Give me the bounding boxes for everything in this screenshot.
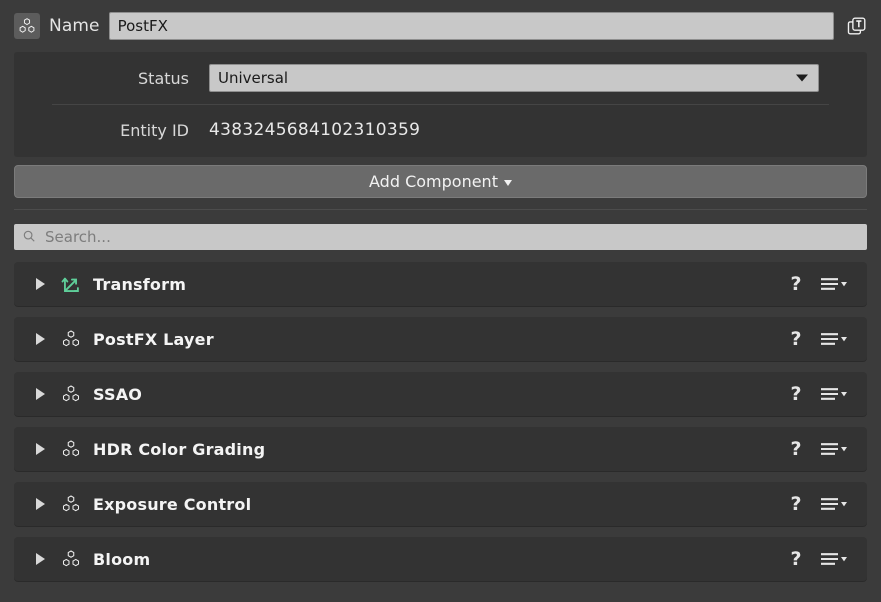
transform-axes-icon xyxy=(60,273,82,295)
cubes-icon xyxy=(60,493,82,515)
status-row: Status Universal xyxy=(14,52,867,104)
cubes-icon xyxy=(60,383,82,405)
component-context-menu-button[interactable] xyxy=(819,438,853,460)
status-label: Status xyxy=(138,68,189,88)
component-name: HDR Color Grading xyxy=(93,439,266,459)
expand-arrow-icon[interactable] xyxy=(36,553,45,565)
status-value: Universal xyxy=(218,69,289,87)
entity-id-label: Entity ID xyxy=(120,120,189,140)
help-button[interactable]: ? xyxy=(785,548,807,570)
chevron-down-icon xyxy=(796,74,808,82)
caret-down-icon xyxy=(503,180,512,186)
help-button[interactable]: ? xyxy=(785,383,807,405)
component-list: Transform ? PostFX Layer ? SSAO ? HDR Co… xyxy=(14,262,867,592)
component-context-menu-button[interactable] xyxy=(819,273,853,295)
add-component-label: Add Component xyxy=(369,172,498,191)
component-name: Transform xyxy=(93,274,187,294)
help-button[interactable]: ? xyxy=(785,493,807,515)
cubes-icon xyxy=(60,548,82,570)
expand-arrow-icon[interactable] xyxy=(36,443,45,455)
component-row-hdr-color-grading[interactable]: HDR Color Grading ? xyxy=(14,427,867,471)
component-context-menu-button[interactable] xyxy=(819,383,853,405)
component-name: SSAO xyxy=(93,384,143,404)
search-icon xyxy=(22,228,36,247)
component-search-bar[interactable] xyxy=(14,224,867,250)
add-component-button[interactable]: Add Component xyxy=(14,165,867,198)
component-context-menu-button[interactable] xyxy=(819,328,853,350)
entity-inspector-panel: Name Status Universal Entity ID 43832456… xyxy=(0,0,881,602)
entity-info-panel: Status Universal Entity ID 4383245684102… xyxy=(14,52,867,157)
expand-arrow-icon[interactable] xyxy=(36,388,45,400)
component-name: Bloom xyxy=(93,549,151,569)
expand-arrow-icon[interactable] xyxy=(36,333,45,345)
component-row-exposure-control[interactable]: Exposure Control ? xyxy=(14,482,867,526)
status-dropdown[interactable]: Universal xyxy=(209,64,819,92)
search-input[interactable] xyxy=(43,227,859,247)
component-context-menu-button[interactable] xyxy=(819,493,853,515)
help-button[interactable]: ? xyxy=(785,438,807,460)
component-name: Exposure Control xyxy=(93,494,252,514)
component-row-bloom[interactable]: Bloom ? xyxy=(14,537,867,581)
component-context-menu-button[interactable] xyxy=(819,548,853,570)
component-row-transform[interactable]: Transform ? xyxy=(14,262,867,306)
name-label: Name xyxy=(49,16,100,36)
section-divider xyxy=(14,209,867,210)
component-row-postfx-layer[interactable]: PostFX Layer ? xyxy=(14,317,867,361)
expand-arrow-icon[interactable] xyxy=(36,498,45,510)
entity-name-input[interactable] xyxy=(108,12,834,40)
save-to-library-button[interactable] xyxy=(843,12,871,40)
help-button[interactable]: ? xyxy=(785,328,807,350)
cubes-icon xyxy=(60,328,82,350)
name-bar: Name xyxy=(0,0,881,52)
entity-id-row: Entity ID 4383245684102310359 xyxy=(14,104,867,156)
help-button[interactable]: ? xyxy=(785,273,807,295)
component-row-ssao[interactable]: SSAO ? xyxy=(14,372,867,416)
cubes-icon xyxy=(14,13,40,39)
component-name: PostFX Layer xyxy=(93,329,214,349)
expand-arrow-icon[interactable] xyxy=(36,278,45,290)
cubes-icon xyxy=(60,438,82,460)
entity-id-value: 4383245684102310359 xyxy=(209,120,421,140)
